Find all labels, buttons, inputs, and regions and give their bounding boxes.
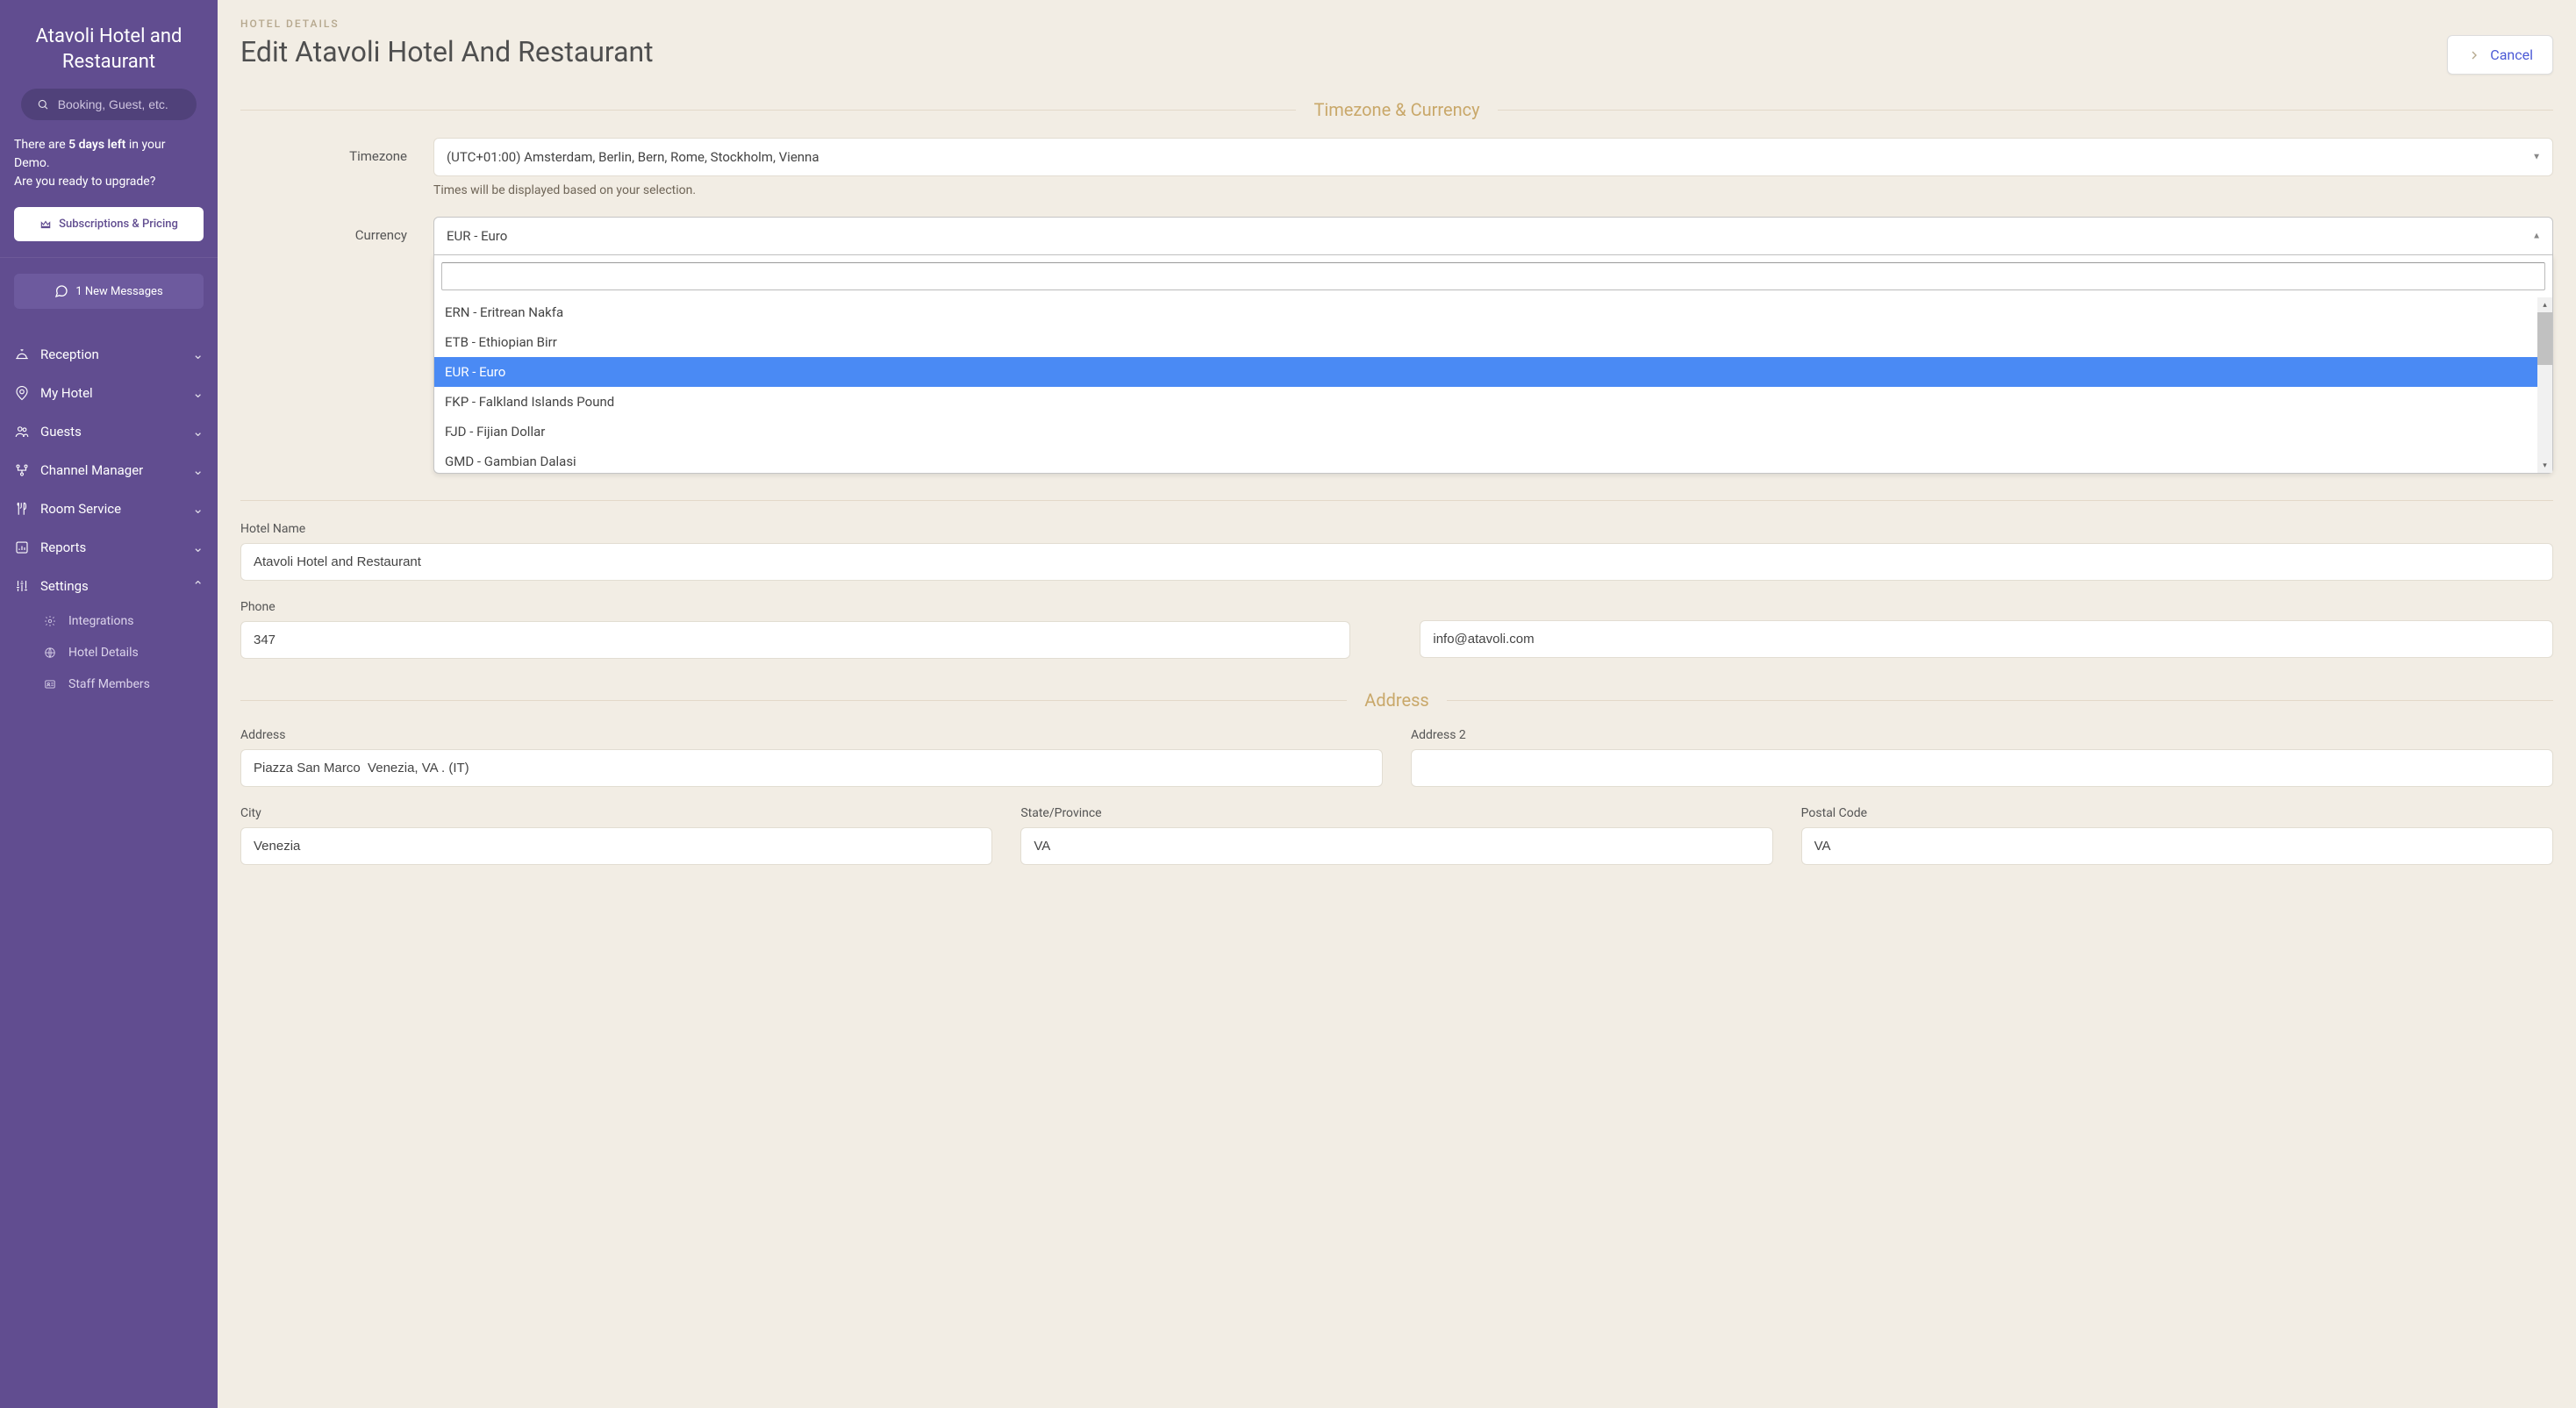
nav-channel-manager[interactable]: Channel Manager ⌄ <box>0 451 218 490</box>
chevron-down-icon: ⌄ <box>192 385 204 401</box>
sidebar: Atavoli Hotel and Restaurant There are 5… <box>0 0 218 1408</box>
nav-staff-members[interactable]: Staff Members <box>28 668 218 700</box>
chevron-down-icon: ⌄ <box>192 501 204 517</box>
globe-icon <box>42 647 58 659</box>
demo-notice: There are 5 days left in your Demo. Are … <box>0 136 218 207</box>
page-title: Edit Atavoli Hotel And Restaurant <box>240 35 654 68</box>
scroll-up-button[interactable]: ▴ <box>2537 297 2552 312</box>
nav-reception[interactable]: Reception ⌄ <box>0 335 218 374</box>
nav-my-hotel[interactable]: My Hotel ⌄ <box>0 374 218 412</box>
chevron-down-icon: ⌄ <box>192 347 204 362</box>
scrollbar-thumb[interactable] <box>2537 312 2552 365</box>
currency-option[interactable]: FJD - Fijian Dollar <box>434 417 2552 447</box>
nav-integrations[interactable]: Integrations <box>28 605 218 637</box>
section-divider-tz: Timezone & Currency <box>240 99 2553 120</box>
nav-settings[interactable]: Settings ⌃ <box>0 567 218 605</box>
timezone-helper: Times will be displayed based on your se… <box>433 183 2553 197</box>
search-box[interactable] <box>21 89 197 120</box>
currency-option[interactable]: FKP - Falkland Islands Pound <box>434 387 2552 417</box>
chevron-down-icon: ⌄ <box>192 462 204 478</box>
state-input[interactable] <box>1020 827 1772 865</box>
chevron-right-icon <box>2467 48 2481 62</box>
pin-icon <box>14 385 30 401</box>
report-icon <box>14 540 30 555</box>
currency-label: Currency <box>240 217 407 243</box>
currency-option-list[interactable]: ERN - Eritrean Nakfa ETB - Ethiopian Bir… <box>434 297 2552 473</box>
settings-submenu: Integrations Hotel Details Staff Members <box>0 605 218 700</box>
address2-input[interactable] <box>1411 749 2553 787</box>
chat-icon <box>54 284 68 298</box>
address-input[interactable] <box>240 749 1383 787</box>
breadcrumb: HOTEL DETAILS <box>240 18 2553 30</box>
search-input[interactable] <box>58 97 181 111</box>
phone-input[interactable] <box>240 621 1350 659</box>
main-content: HOTEL DETAILS Edit Atavoli Hotel And Res… <box>218 0 2576 1408</box>
scroll-down-button[interactable]: ▾ <box>2537 458 2552 473</box>
currency-dropdown-panel: ERN - Eritrean Nakfa ETB - Ethiopian Bir… <box>433 255 2553 474</box>
currency-option[interactable]: EUR - Euro <box>434 357 2552 387</box>
chevron-down-icon: ⌄ <box>192 540 204 555</box>
address-label: Address <box>240 728 1383 742</box>
currency-option[interactable]: ETB - Ethiopian Birr <box>434 327 2552 357</box>
postal-label: Postal Code <box>1801 806 2553 820</box>
sliders-icon <box>14 578 30 594</box>
city-label: City <box>240 806 992 820</box>
cancel-button[interactable]: Cancel <box>2447 35 2553 75</box>
id-icon <box>42 678 58 690</box>
nav-reports[interactable]: Reports ⌄ <box>0 528 218 567</box>
gear-icon <box>42 615 58 627</box>
chevron-down-icon: ⌄ <box>192 424 204 440</box>
timezone-select[interactable]: (UTC+01:00) Amsterdam, Berlin, Bern, Rom… <box>433 138 2553 176</box>
postal-input[interactable] <box>1801 827 2553 865</box>
nav-guests[interactable]: Guests ⌄ <box>0 412 218 451</box>
cutlery-icon <box>14 501 30 517</box>
nav-hotel-details[interactable]: Hotel Details <box>28 637 218 668</box>
users-icon <box>14 424 30 440</box>
bell-icon <box>14 347 30 362</box>
messages-button[interactable]: 1 New Messages <box>14 274 204 309</box>
phone-label: Phone <box>240 600 2553 614</box>
chevron-up-icon: ⌃ <box>192 578 204 594</box>
network-icon <box>14 462 30 478</box>
currency-option[interactable]: GMD - Gambian Dalasi <box>434 447 2552 473</box>
timezone-label: Timezone <box>240 138 407 164</box>
crown-icon <box>39 218 52 231</box>
email-input[interactable] <box>1420 620 2553 658</box>
currency-search-input[interactable] <box>441 262 2545 290</box>
subscriptions-button[interactable]: Subscriptions & Pricing <box>14 207 204 241</box>
currency-option[interactable]: ERN - Eritrean Nakfa <box>434 297 2552 327</box>
hotel-name-input[interactable] <box>240 543 2553 581</box>
scrollbar[interactable]: ▴ ▾ <box>2537 297 2552 473</box>
section-divider-address: Address <box>240 690 2553 711</box>
hotel-name-label: Hotel Name <box>240 522 2553 536</box>
nav-room-service[interactable]: Room Service ⌄ <box>0 490 218 528</box>
main-nav: Reception ⌄ My Hotel ⌄ Guests ⌄ Channel … <box>0 325 218 700</box>
state-label: State/Province <box>1020 806 1772 820</box>
search-icon <box>37 97 49 111</box>
city-input[interactable] <box>240 827 992 865</box>
address2-label: Address 2 <box>1411 728 2553 742</box>
currency-select[interactable]: EUR - Euro <box>433 217 2553 255</box>
app-title: Atavoli Hotel and Restaurant <box>0 0 218 89</box>
